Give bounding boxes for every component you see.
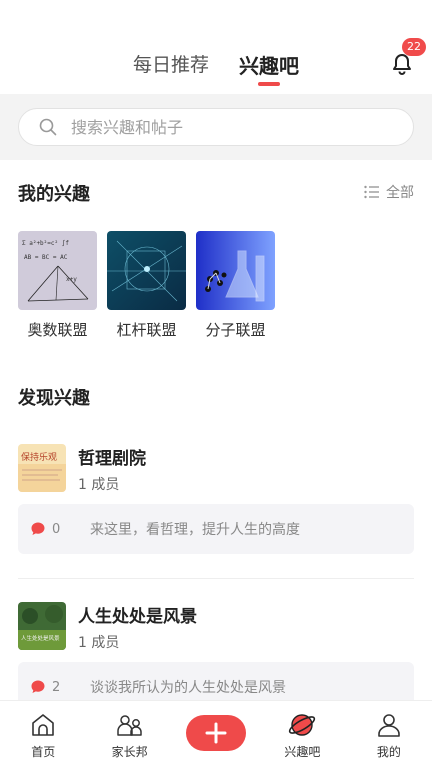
search-area: [0, 94, 432, 160]
my-interests-list: Σ a²+b²=c² ∫f AB = BC = AC x+y 奥数联盟 杠杆联盟…: [18, 231, 275, 340]
lab-glassware-image: [196, 231, 275, 310]
all-interests-link[interactable]: 全部: [364, 182, 414, 202]
svg-text:x+y: x+y: [66, 276, 77, 283]
post-count: 2: [52, 679, 61, 695]
svg-text:Σ a²+b²=c² ∫f: Σ a²+b²=c² ∫f: [22, 239, 69, 247]
blue-geometry-image: [107, 231, 186, 310]
interest-name: 杠杆联盟: [116, 321, 177, 339]
interest-name: 分子联盟: [205, 321, 266, 339]
math-formulas-image: Σ a²+b²=c² ∫f AB = BC = AC x+y: [18, 231, 97, 310]
list-icon: [364, 185, 379, 199]
post-text: 来这里，看哲理，提升人生的高度: [90, 522, 300, 538]
nav-parents[interactable]: 家长邦: [86, 701, 172, 768]
nav-add[interactable]: [173, 701, 259, 768]
parents-icon: [116, 715, 142, 736]
all-label: 全部: [386, 185, 414, 201]
nav-profile[interactable]: 我的: [346, 701, 432, 768]
search-icon: [39, 118, 57, 136]
add-button[interactable]: [186, 715, 247, 751]
bottom-nav: 首页 家长邦 兴趣吧 我的: [0, 700, 432, 768]
nav-label: 首页: [31, 745, 56, 759]
add-icon: [205, 722, 227, 744]
post-count: 0: [52, 521, 61, 537]
active-tab-indicator: [258, 82, 280, 86]
tab-daily-recommend[interactable]: 每日推荐: [133, 50, 209, 86]
group-members: 1 成员: [78, 477, 120, 493]
group-post-preview[interactable]: 0 来这里，看哲理，提升人生的高度: [18, 504, 414, 554]
nav-label: 兴趣吧: [284, 745, 321, 759]
tab-label: 兴趣吧: [239, 54, 299, 78]
group-members: 1 成员: [78, 635, 120, 651]
interest-item[interactable]: 杠杆联盟: [107, 231, 186, 340]
avatar-text: 人生处处是风景: [21, 634, 60, 642]
search-input[interactable]: [71, 117, 371, 137]
post-text: 谈谈我所认为的人生处处是风景: [90, 680, 286, 696]
home-icon: [32, 714, 55, 736]
svg-text:AB = BC = AC: AB = BC = AC: [24, 254, 68, 261]
planet-icon: [289, 714, 316, 736]
group-avatar: 人生处处是风景: [18, 602, 66, 650]
nav-label: 我的: [376, 745, 401, 759]
divider: [18, 578, 414, 579]
group-title: 人生处处是风景: [78, 607, 197, 627]
nav-interest-bar[interactable]: 兴趣吧: [259, 701, 345, 768]
interest-name: 奥数联盟: [27, 321, 88, 339]
interest-item[interactable]: 分子联盟: [196, 231, 275, 340]
tab-label: 每日推荐: [132, 54, 209, 76]
profile-icon: [378, 714, 400, 737]
group-title: 哲理剧院: [78, 449, 146, 469]
group-avatar: 保持乐观: [18, 444, 66, 492]
my-interests-title: 我的兴趣: [18, 184, 90, 205]
avatar-text: 保持乐观: [21, 451, 57, 463]
interest-item[interactable]: Σ a²+b²=c² ∫f AB = BC = AC x+y 奥数联盟: [18, 231, 97, 340]
tab-interest-bar[interactable]: 兴趣吧: [239, 50, 299, 86]
top-header: 每日推荐 兴趣吧 22: [0, 0, 432, 94]
top-tabs: 每日推荐 兴趣吧: [0, 50, 432, 86]
nav-home[interactable]: 首页: [0, 701, 86, 768]
notification-badge: 22: [402, 38, 426, 56]
chat-icon: [31, 680, 45, 693]
search-bar[interactable]: [18, 108, 414, 146]
chat-icon: [31, 522, 45, 535]
discover-title: 发现兴趣: [18, 388, 90, 409]
nav-label: 家长邦: [111, 745, 148, 759]
